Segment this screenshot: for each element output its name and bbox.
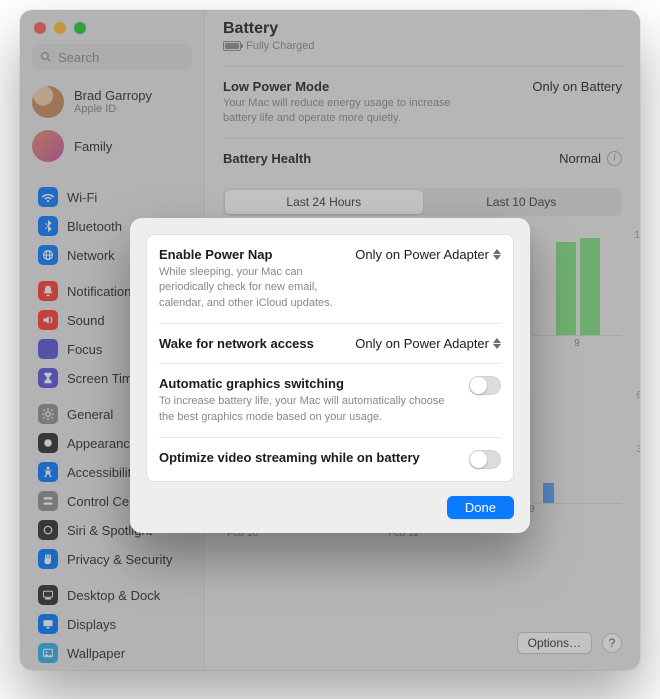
powernap-title: Enable Power Nap [159,247,345,262]
gfx-desc: To increase battery life, your Mac will … [159,394,459,425]
options-sheet: Enable Power Nap While sleeping, your Ma… [130,218,530,533]
gfx-title: Automatic graphics switching [159,376,459,391]
row-power-nap: Enable Power Nap While sleeping, your Ma… [159,235,501,323]
settings-window: Search Brad Garropy Apple ID Family Wi-F… [20,10,640,670]
wake-picker[interactable]: Only on Power Adapter [355,336,501,351]
row-graphics-switching: Automatic graphics switching To increase… [159,363,501,437]
modal-scrim: Enable Power Nap While sleeping, your Ma… [20,10,640,670]
powernap-desc: While sleeping, your Mac can periodicall… [159,265,345,311]
wake-title: Wake for network access [159,336,345,351]
row-optimize-streaming: Optimize video streaming while on batter… [159,437,501,481]
chevron-updown-icon [493,338,501,349]
done-button[interactable]: Done [447,496,514,519]
gfx-toggle[interactable] [469,376,501,395]
stream-title: Optimize video streaming while on batter… [159,450,459,465]
powernap-picker[interactable]: Only on Power Adapter [355,247,501,262]
stream-toggle[interactable] [469,450,501,469]
row-wake-network: Wake for network access Only on Power Ad… [159,323,501,363]
chevron-updown-icon [493,249,501,260]
